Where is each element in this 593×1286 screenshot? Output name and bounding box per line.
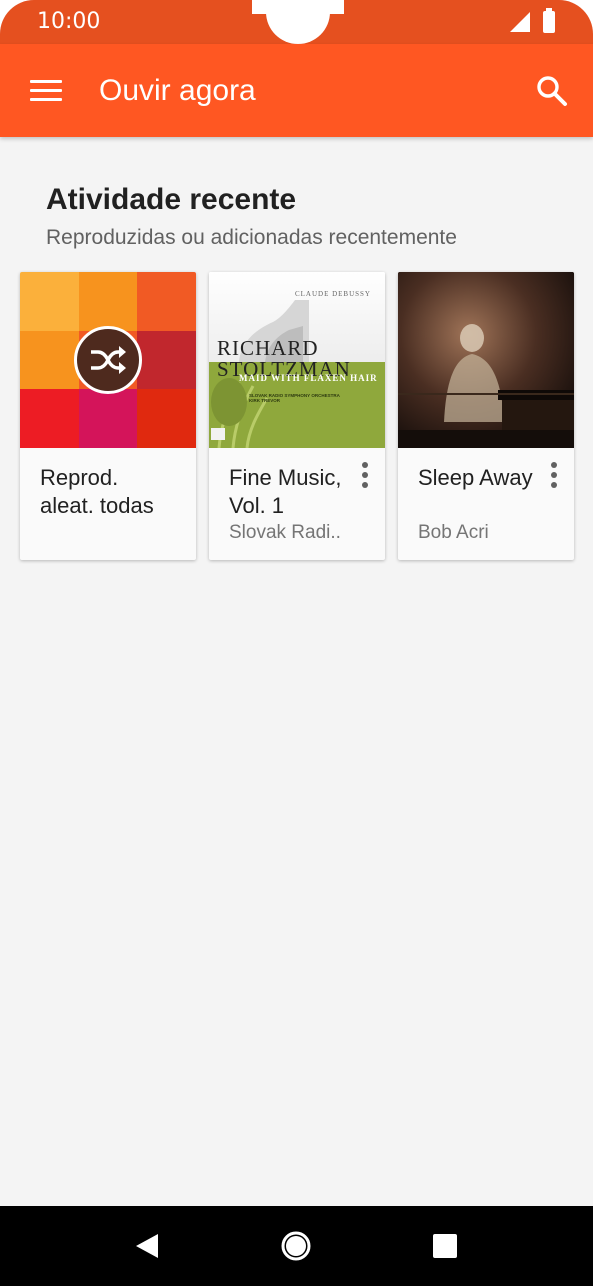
- section-subtitle: Reproduzidas ou adicionadas recentemente: [46, 226, 457, 249]
- app-title: Ouvir agora: [99, 74, 256, 107]
- back-icon[interactable]: [132, 1232, 160, 1260]
- phone-screen: 10:00 Ouvir agora Atividade recente Repr…: [0, 0, 593, 1286]
- more-options-icon[interactable]: [548, 462, 560, 490]
- album-credits-text: SLOVAK RADIO SYMPHONY ORCHESTRA KIRK TRE…: [249, 393, 340, 403]
- home-icon[interactable]: [280, 1230, 312, 1262]
- shuffle-icon: [74, 326, 142, 394]
- recents-icon[interactable]: [432, 1233, 458, 1259]
- signal-icon: [510, 12, 530, 32]
- album-composer-text: CLAUDE DEBUSSY: [294, 290, 371, 298]
- status-bar: 10:00: [0, 0, 593, 44]
- card-title: Fine Music, Vol. 1: [229, 465, 342, 518]
- album-name-text: MAID WITH FLAXEN HAIR: [239, 373, 378, 383]
- system-nav-bar: [0, 1206, 593, 1286]
- album-art: CLAUDE DEBUSSY RICHARD STOLTZMAN MAID WI…: [209, 272, 385, 448]
- search-icon[interactable]: [535, 74, 569, 108]
- shuffle-all-card[interactable]: Reprod. aleat. todas: [20, 272, 196, 560]
- more-options-icon[interactable]: [359, 462, 371, 490]
- card-subtitle: Slovak Radi..: [229, 522, 341, 543]
- app-bar: Ouvir agora: [0, 44, 593, 137]
- status-time: 10:00: [37, 9, 101, 34]
- camera-notch: [266, 0, 330, 44]
- card-subtitle: Bob Acri: [418, 522, 489, 543]
- album-card-sleep-away[interactable]: Sleep Away Bob Acri: [398, 272, 574, 560]
- card-title: Sleep Away: [418, 465, 533, 490]
- album-card-fine-music[interactable]: CLAUDE DEBUSSY RICHARD STOLTZMAN MAID WI…: [209, 272, 385, 560]
- card-title: Reprod. aleat. todas: [40, 465, 154, 518]
- menu-icon[interactable]: [30, 80, 62, 102]
- section-title: Atividade recente: [46, 183, 297, 216]
- label-logo: [211, 428, 225, 440]
- album-art: [398, 272, 574, 448]
- battery-icon: [543, 8, 555, 33]
- shuffle-mosaic-art: [20, 272, 196, 448]
